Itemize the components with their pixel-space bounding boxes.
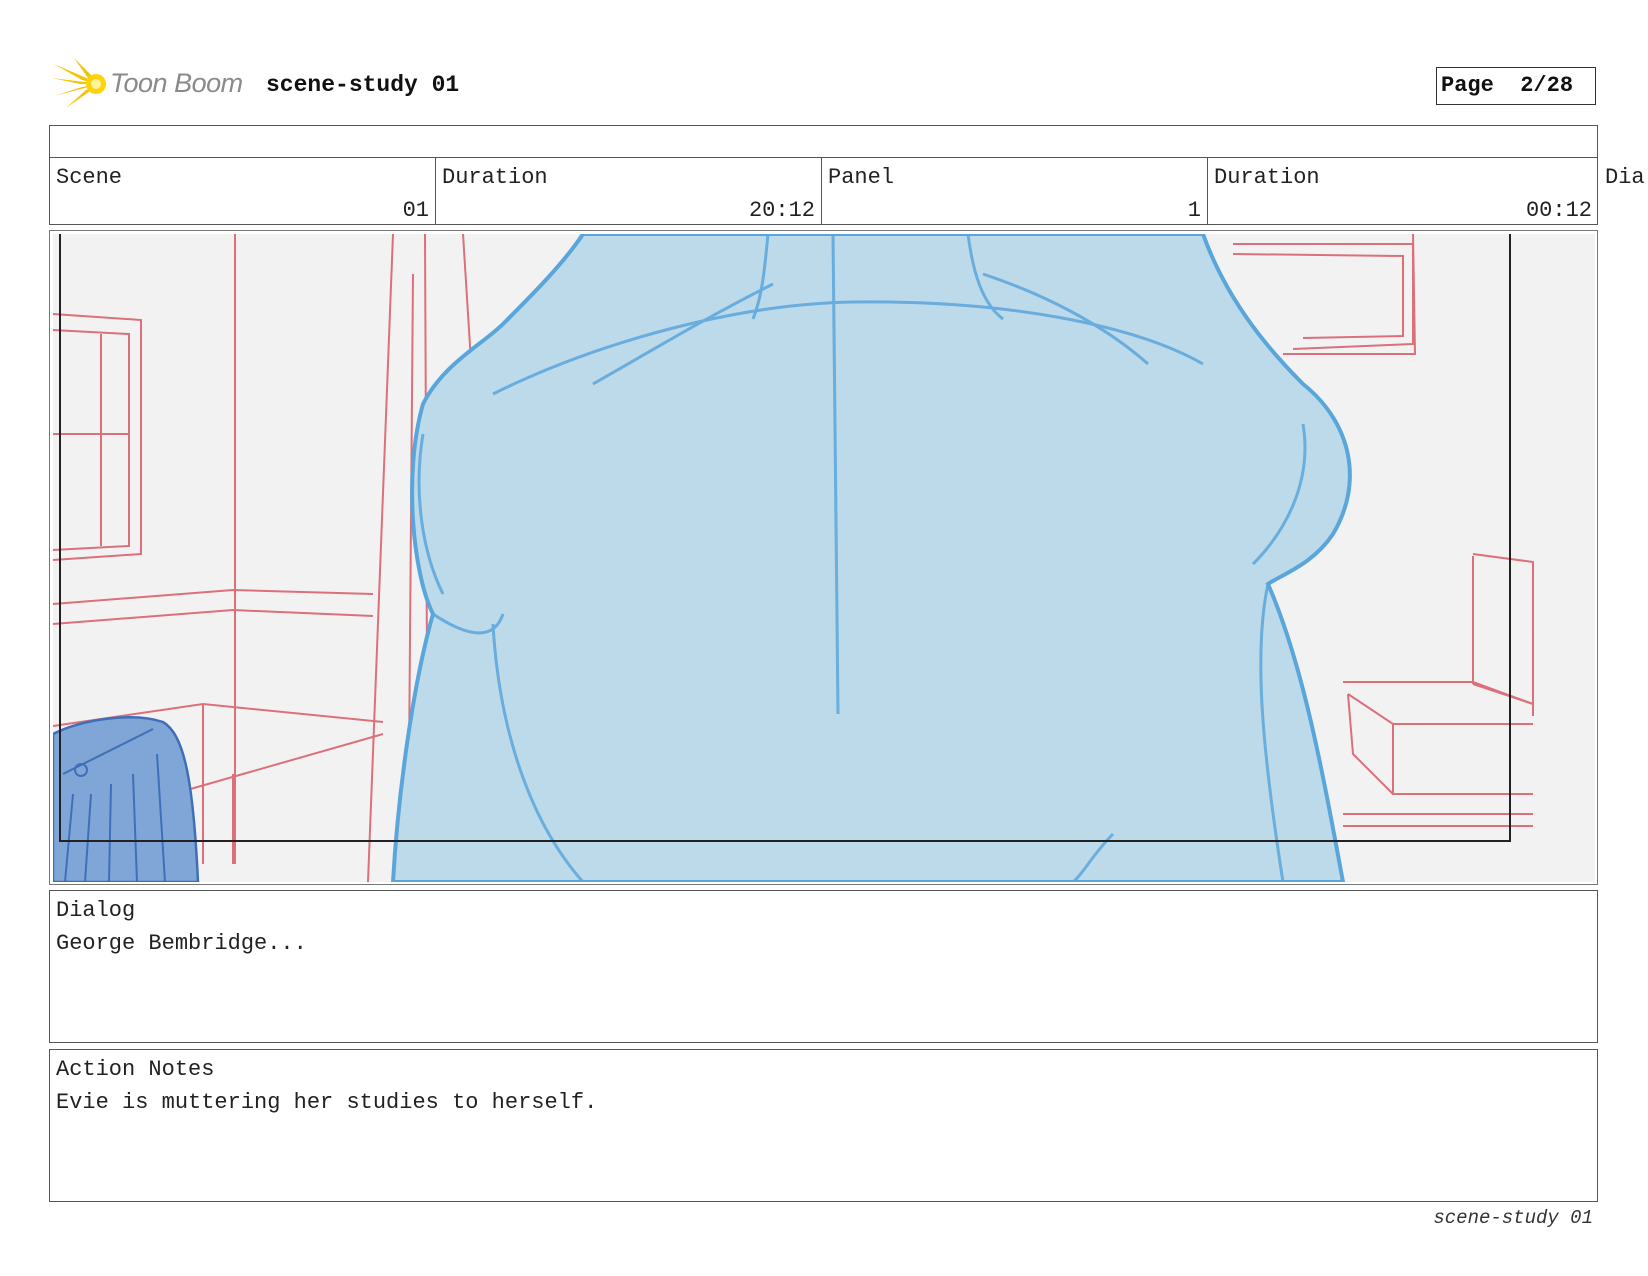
panel-label: Panel xyxy=(828,165,895,190)
scene-duration-label: Duration xyxy=(442,165,548,190)
panel-duration-cell: Duration 00:12 xyxy=(1207,158,1598,224)
dialog-label: Dialog xyxy=(56,898,136,923)
panel-duration-value: 00:12 xyxy=(1525,198,1592,223)
toon-boom-logo: Toon Boom xyxy=(52,56,252,112)
action-notes-text: Evie is muttering her studies to herself… xyxy=(56,1090,598,1115)
panel-cell: Panel 1 xyxy=(821,158,1207,224)
dialog-column-label-clipped: Dia xyxy=(1605,165,1645,190)
scene-cell: Scene 01 xyxy=(50,158,435,224)
panel-duration-label: Duration xyxy=(1214,165,1320,190)
action-notes-label: Action Notes xyxy=(56,1057,215,1082)
action-notes-box: Action Notes Evie is muttering her studi… xyxy=(49,1049,1598,1202)
scene-duration-value: 20:12 xyxy=(748,198,815,223)
panel-value: 1 xyxy=(1187,198,1201,223)
starburst-icon xyxy=(52,58,106,108)
header-blank-row xyxy=(49,125,1598,158)
panel-sketch xyxy=(53,234,1595,882)
page-indicator: Page 2/28 xyxy=(1436,67,1596,105)
dialog-text: George Bembridge... xyxy=(56,931,307,956)
storyboard-panel-image xyxy=(49,230,1598,885)
scene-value: 01 xyxy=(402,198,429,223)
footer-title: scene-study 01 xyxy=(1433,1207,1593,1229)
scene-label: Scene xyxy=(56,165,123,190)
panel-info-row: Scene 01 Duration 20:12 Panel 1 Duration… xyxy=(49,158,1598,225)
logo-wordmark: Toon Boom xyxy=(110,68,243,98)
scene-duration-cell: Duration 20:12 xyxy=(435,158,821,224)
document-title: scene-study 01 xyxy=(266,72,460,98)
dialog-box: Dialog George Bembridge... xyxy=(49,890,1598,1043)
